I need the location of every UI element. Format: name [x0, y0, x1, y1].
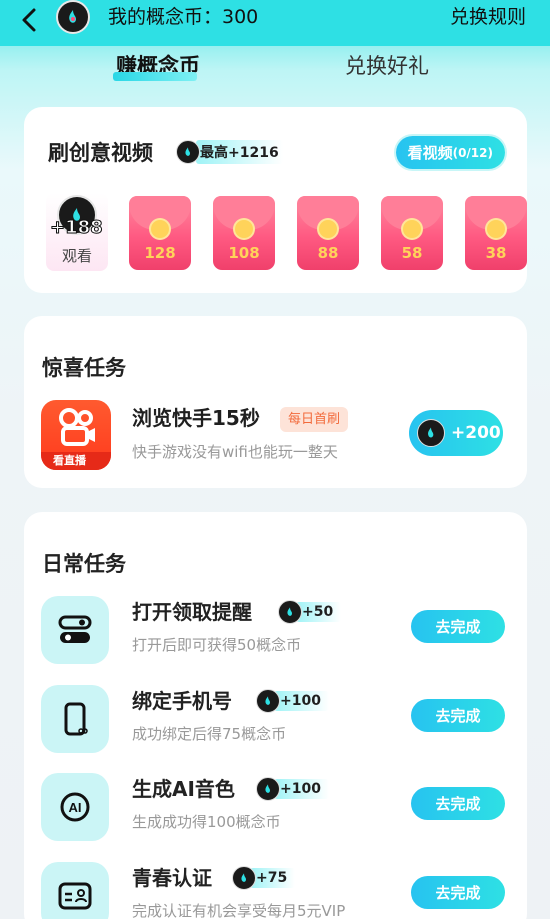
points-value: +100 [274, 779, 329, 799]
daily-task-item: AI 生成AI音色 +100 生成成功得100概念币 去完成 [24, 773, 527, 853]
coin-icon [256, 689, 280, 713]
video-reward-card: 刷创意视频 最高+1216 看视频 (0/12) +188 观看 128 108 … [24, 107, 527, 293]
coin-icon [256, 777, 280, 801]
top-bar: 我的概念币：300 兑换规则 [0, 0, 550, 46]
daily-section-title: 日常任务 [42, 552, 126, 576]
id-card-icon [41, 862, 109, 919]
red-envelope[interactable]: 108 [213, 196, 275, 270]
surprise-task-description: 快手游戏没有wifi也能玩一整天 [132, 443, 338, 461]
red-envelope[interactable]: 38 [465, 196, 527, 270]
task-points: +75 [232, 866, 296, 890]
envelope-value: 108 [228, 244, 260, 262]
red-envelope[interactable]: 128 [129, 196, 191, 270]
watch-progress: (0/12) [452, 145, 493, 160]
daily-first-tag: 每日首刷 [280, 407, 349, 432]
task-description: 成功绑定后得75概念币 [132, 725, 287, 743]
envelope-seal-icon [235, 220, 253, 238]
points-value: +100 [274, 691, 329, 711]
claim-reward-button[interactable]: +200 [409, 410, 503, 456]
task-points: +50 [278, 600, 342, 624]
daily-task-item: 打开领取提醒 +50 打开后即可获得50概念币 去完成 [24, 596, 527, 676]
task-title: 青春认证 [132, 866, 212, 890]
task-title: 生成AI音色 [132, 777, 235, 801]
tab-bar: 赚概念币 兑换好礼 [0, 48, 550, 88]
daily-task-item: 绑定手机号 +100 成功绑定后得75概念币 去完成 [24, 685, 527, 765]
complete-task-button[interactable]: 去完成 [411, 876, 505, 909]
surprise-section-title: 惊喜任务 [42, 356, 126, 380]
app-banner: 看直播 [41, 452, 111, 470]
coin-balance: 我的概念币：300 [108, 6, 259, 28]
task-points: +100 [256, 777, 329, 801]
svg-text:AI: AI [69, 800, 82, 815]
kuaishou-app-icon: 看直播 [41, 400, 111, 470]
envelope-seal-icon [403, 220, 421, 238]
task-description: 打开后即可获得50概念币 [132, 636, 302, 654]
coin-icon [278, 600, 302, 624]
watch-video-button[interactable]: 看视频 (0/12) [395, 136, 505, 169]
concept-coin-icon [56, 0, 90, 34]
points-value: +50 [296, 602, 342, 622]
complete-task-button[interactable]: 去完成 [411, 610, 505, 643]
ai-voice-icon: AI [41, 773, 109, 841]
envelope-seal-icon [151, 220, 169, 238]
surprise-task-card: 惊喜任务 看直播 浏览快手15秒 每日首刷 快手游戏没有wifi也能玩一整天 +… [24, 316, 527, 488]
first-reward-amount: +188 [50, 217, 104, 239]
red-envelope[interactable]: 58 [381, 196, 443, 270]
watch-video-label: 看视频 [407, 144, 453, 162]
task-title: 绑定手机号 [132, 689, 232, 713]
envelope-seal-icon [319, 220, 337, 238]
complete-task-button[interactable]: 去完成 [411, 699, 505, 732]
tab-redeem-gifts[interactable]: 兑换好礼 [345, 50, 429, 80]
envelope-seal-icon [487, 220, 505, 238]
video-section-title: 刷创意视频 [48, 141, 153, 165]
back-icon[interactable] [16, 6, 44, 34]
red-envelope[interactable]: 88 [297, 196, 359, 270]
task-points: +100 [256, 689, 329, 713]
max-prefix: 最高 [200, 145, 228, 161]
envelope-value: 38 [485, 244, 507, 262]
max-reward: 最高+1216 [176, 140, 283, 164]
max-amount: +1216 [228, 145, 279, 161]
active-tab-indicator [113, 72, 197, 81]
toggle-icon [41, 596, 109, 664]
points-value: +75 [250, 868, 296, 888]
phone-icon [41, 685, 109, 753]
task-title: 打开领取提醒 [132, 600, 252, 624]
first-reward-label: 观看 [61, 247, 92, 265]
exchange-rules-link[interactable]: 兑换规则 [450, 2, 526, 29]
task-description: 生成成功得100概念币 [132, 813, 281, 831]
coin-icon [232, 866, 256, 890]
envelope-value: 128 [144, 244, 176, 262]
task-description: 完成认证有机会享受每月5元VIP [132, 902, 346, 919]
daily-tasks-card: 日常任务 打开领取提醒 +50 打开后即可获得50概念币 去完成 绑定手机号 +… [24, 512, 527, 919]
complete-task-button[interactable]: 去完成 [411, 787, 505, 820]
coin-icon [417, 419, 445, 447]
first-watch-reward[interactable]: +188 观看 [46, 193, 108, 271]
reward-amount: +200 [451, 423, 501, 443]
surprise-task-title: 浏览快手15秒 [132, 406, 260, 430]
envelope-value: 88 [317, 244, 339, 262]
daily-task-item: 青春认证 +75 完成认证有机会享受每月5元VIP 去完成 [24, 862, 527, 919]
envelope-value: 58 [401, 244, 423, 262]
coin-icon [176, 140, 200, 164]
